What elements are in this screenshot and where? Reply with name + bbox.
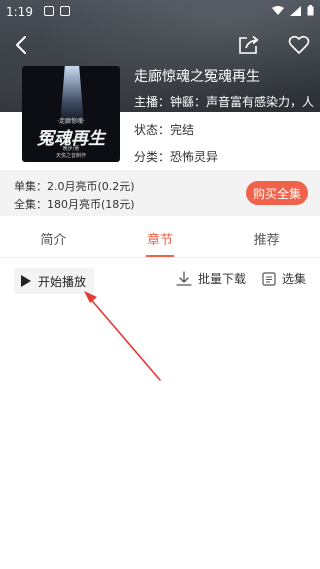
host-info: 主播：钟繇：声音富有感染力，人 xyxy=(134,95,315,109)
tab-chapters[interactable]: 章节 xyxy=(107,218,214,257)
back-arrow-icon xyxy=(16,36,26,54)
book-category: 分类：恐怖灵异 xyxy=(134,150,219,164)
single-episode-price: 单集：2.0月亮币(0.2元) xyxy=(14,180,135,193)
notification-icon xyxy=(44,6,54,16)
notification-icons xyxy=(44,6,70,16)
cover-studio: 天悦之音制作 xyxy=(55,153,86,159)
price-panel: 单集：2.0月亮币(0.2元) 全集：180月亮币(18元) 购买全集 xyxy=(0,170,320,216)
notification-icon xyxy=(60,6,70,16)
bulk-download-button[interactable]: 批量下载 xyxy=(176,270,246,287)
book-status: 状态：完结 xyxy=(134,123,195,137)
status-time: 1:19 xyxy=(6,5,33,19)
book-detail-page: 1:19 ·走廊惊魂· 冤魂再生 晚步/著 天悦之音制作 走廊惊魂之冤魂再生 主… xyxy=(0,0,320,569)
share-icon xyxy=(239,35,259,54)
tab-intro[interactable]: 简介 xyxy=(0,218,107,257)
download-icon xyxy=(176,270,192,286)
buy-all-button[interactable]: 购买全集 xyxy=(246,181,308,205)
back-button[interactable] xyxy=(6,30,36,60)
wifi-icon xyxy=(272,5,284,15)
full-set-price: 全集：180月亮币(18元) xyxy=(14,198,135,211)
start-play-label: 开始播放 xyxy=(38,274,87,289)
book-cover: ·走廊惊魂· 冤魂再生 晚步/著 天悦之音制作 xyxy=(22,66,120,162)
favorite-button[interactable] xyxy=(284,30,314,60)
book-title: 走廊惊魂之冤魂再生 xyxy=(134,69,260,85)
status-right-icons xyxy=(272,5,314,16)
status-bar: 1:19 xyxy=(0,0,320,24)
start-play-button[interactable]: 开始播放 xyxy=(14,268,94,294)
tab-bar: 简介 章节 推荐 xyxy=(0,218,320,258)
share-button[interactable] xyxy=(234,30,264,60)
tab-recommend[interactable]: 推荐 xyxy=(213,218,320,257)
heart-icon xyxy=(288,35,310,54)
signal-icon xyxy=(290,5,301,16)
play-icon xyxy=(21,275,31,287)
battery-icon xyxy=(307,5,314,16)
cover-author: 晚步/著 xyxy=(62,146,80,152)
bulk-download-label: 批量下载 xyxy=(198,272,247,286)
list-icon xyxy=(262,271,276,286)
select-episode-button[interactable]: 选集 xyxy=(262,270,306,287)
select-episode-label: 选集 xyxy=(282,272,307,286)
